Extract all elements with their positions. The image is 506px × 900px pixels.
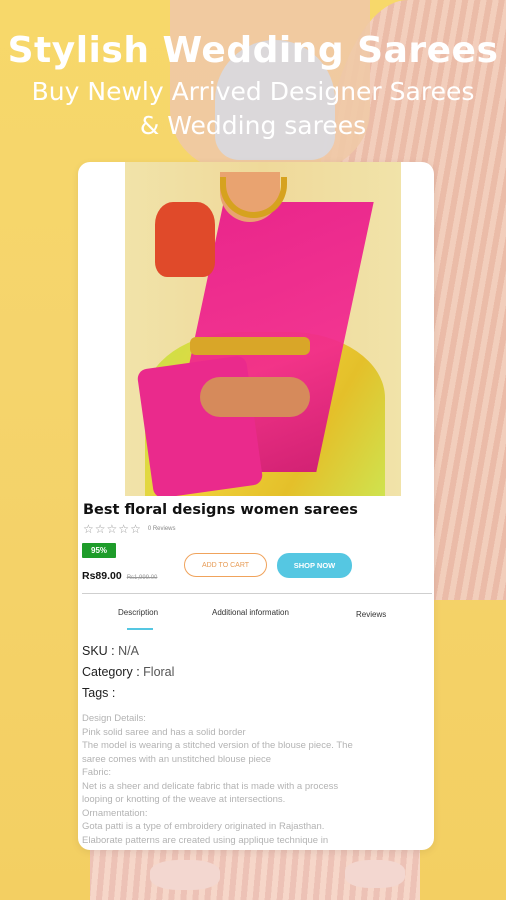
saree-blouse — [155, 202, 215, 277]
tab-reviews[interactable]: Reviews — [356, 610, 386, 619]
tags-row: Tags : — [82, 686, 115, 700]
product-tabs: Description Additional information Revie… — [78, 608, 434, 634]
add-to-cart-button[interactable]: ADD TO CART — [184, 553, 267, 577]
promo-title: Stylish Wedding Sarees — [7, 30, 499, 71]
tab-description[interactable]: Description — [118, 608, 158, 617]
background-foot-right — [345, 860, 405, 888]
tags-label: Tags : — [82, 686, 116, 700]
model-hands — [200, 377, 310, 417]
description-line: saree comes with an unstitched blouse pi… — [82, 753, 272, 765]
shop-now-button[interactable]: SHOP NOW — [277, 553, 352, 578]
promo-subtitle-line1: Buy Newly Arrived Designer Sarees — [31, 77, 475, 106]
star-icon: ☆ — [83, 522, 94, 536]
product-card: Best floral designs women sarees ☆ ☆ ☆ ☆… — [78, 162, 434, 850]
star-icon: ☆ — [118, 522, 130, 536]
promo-subtitle-line2: & Wedding sarees — [139, 111, 367, 140]
price-original: Rs1,999.00 — [126, 575, 158, 581]
product-description: Design Details: Pink solid saree and has… — [82, 712, 382, 847]
background-foot-left — [150, 860, 220, 890]
promo-headline: Stylish Wedding Sarees Buy Newly Arrived… — [0, 30, 506, 143]
price-block: Rs89.00 Rs1,999.00 — [82, 570, 157, 582]
description-line: Ornamentation: — [82, 807, 148, 819]
product-image[interactable] — [125, 162, 401, 496]
description-line: Elaborate patterns are created using app… — [82, 834, 329, 846]
star-icon: ☆ — [106, 522, 118, 536]
description-line: The model is wearing a stitched version … — [82, 740, 353, 751]
description-line: Fabric: — [82, 767, 112, 778]
star-icon: ☆ — [94, 522, 106, 536]
sku-label: SKU : — [82, 644, 115, 658]
discount-badge: 95% — [82, 543, 117, 558]
description-line: Pink solid saree and has a solid border — [82, 726, 246, 738]
category-label: Category : — [82, 665, 140, 679]
description-line: Net is a sheer and delicate fabric that … — [82, 780, 339, 792]
waist-belt — [190, 337, 310, 355]
price-current: Rs89.00 — [82, 570, 122, 582]
tab-additional-information[interactable]: Additional information — [212, 608, 289, 617]
sku-value: N/A — [118, 644, 139, 658]
rating-stars[interactable]: ☆ ☆ ☆ ☆ ☆ 0 Reviews — [83, 522, 176, 536]
description-line: Design Details: — [82, 713, 146, 724]
product-title: Best floral designs women sarees — [83, 502, 358, 518]
category-value[interactable]: Floral — [143, 665, 174, 679]
description-line: looping or knotting of the weave at inte… — [82, 794, 286, 805]
active-tab-indicator — [127, 628, 153, 630]
sku-row: SKU : N/A — [82, 644, 139, 658]
reviews-count[interactable]: 0 Reviews — [148, 526, 176, 532]
category-row: Category : Floral — [82, 665, 174, 679]
star-icon: ☆ — [130, 522, 141, 536]
promo-subtitle: Buy Newly Arrived Designer Sarees & Wedd… — [0, 75, 506, 143]
description-line: Gota patti is a type of embroidery origi… — [82, 821, 325, 832]
divider — [82, 593, 432, 594]
